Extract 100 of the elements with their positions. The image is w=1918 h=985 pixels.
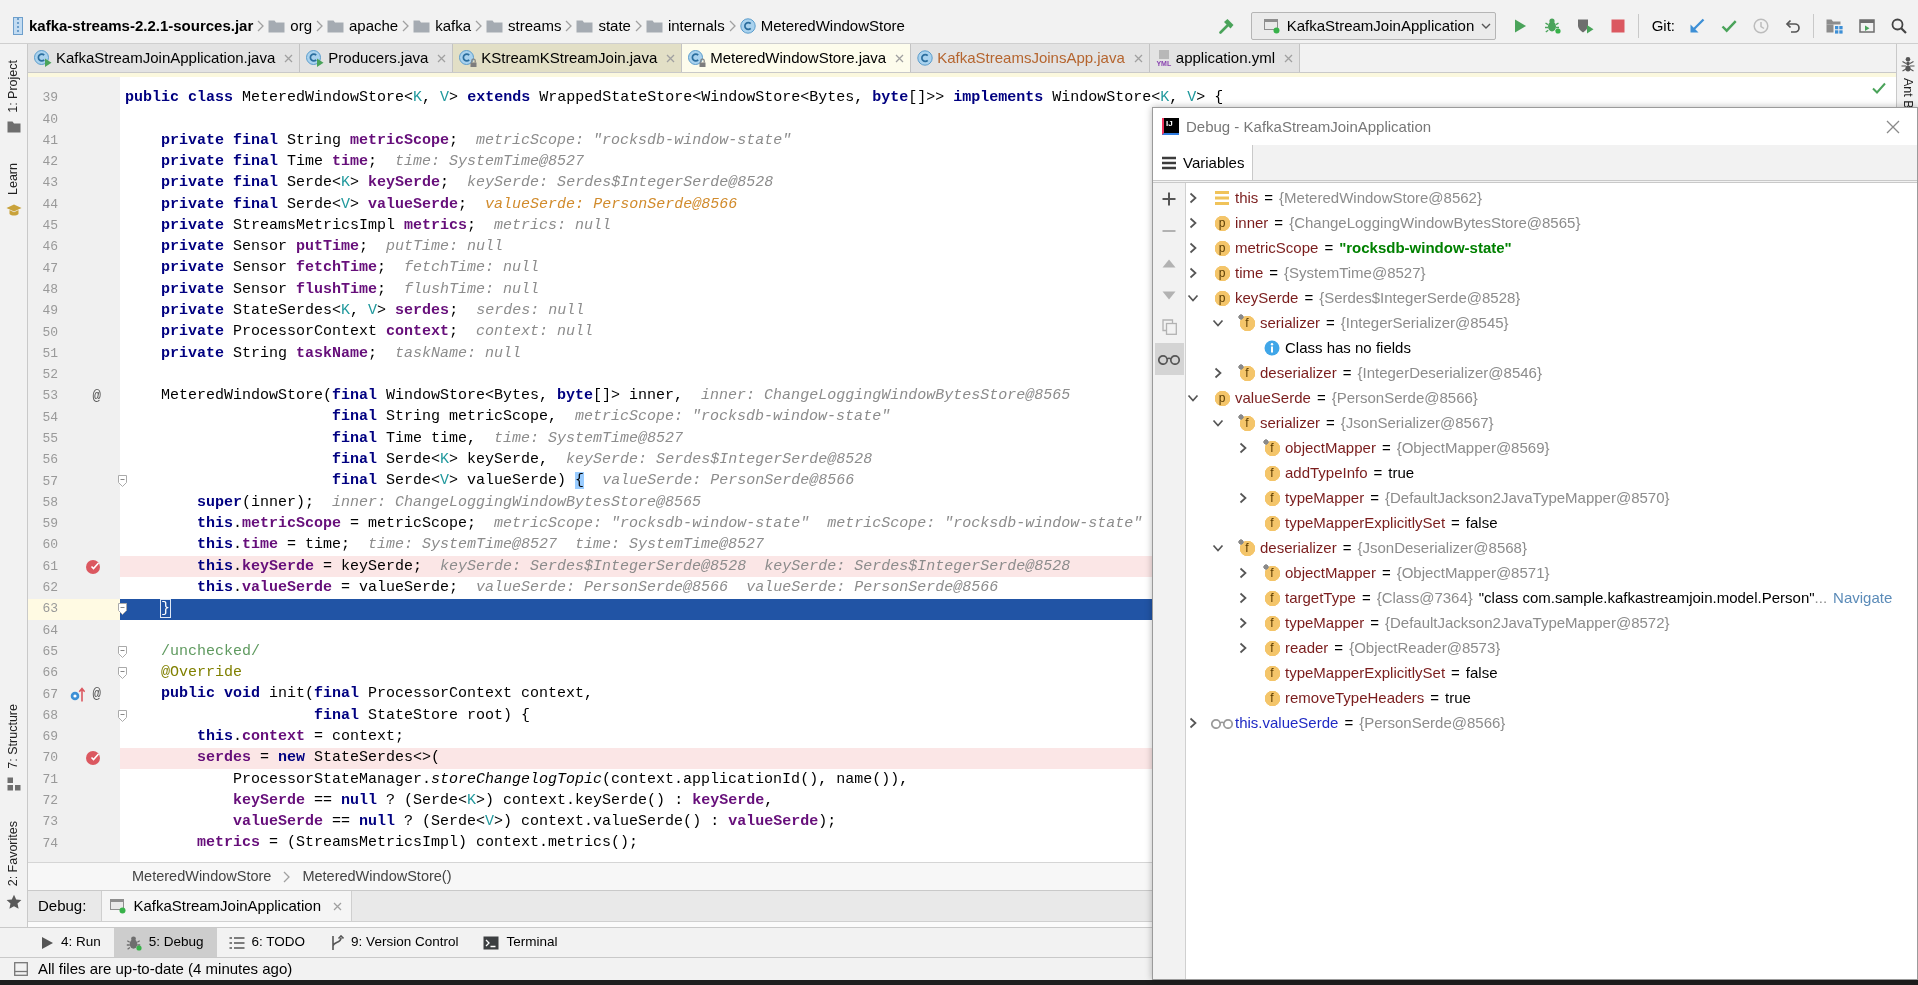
tool-window-label[interactable]: Learn: [6, 162, 21, 195]
editor-tab[interactable]: MeteredWindowStore.java: [682, 44, 912, 72]
variable-value: false: [1465, 664, 1498, 682]
close-icon[interactable]: [333, 901, 342, 911]
editor-tab[interactable]: Producers.java: [300, 44, 454, 72]
tool-window-button[interactable]: 4: Run: [28, 928, 114, 957]
chevron-right-icon[interactable]: [1189, 717, 1197, 729]
inline-debug-value: valueSerde: PersonSerde@8566: [746, 578, 999, 597]
undo-arrow-icon[interactable]: [1785, 17, 1801, 34]
folder-grid-icon[interactable]: [1826, 17, 1843, 34]
run-configuration-dropdown[interactable]: KafkaStreamJoinApplication: [1250, 11, 1496, 40]
inline-debug-value: metricScope: "rocksdb-window-state": [476, 131, 792, 150]
class-icon: [917, 50, 934, 66]
code-line: private final Serde<V> valueSerde;: [161, 195, 468, 214]
stop-icon[interactable]: [1609, 17, 1626, 34]
tool-window-button[interactable]: 5: Debug: [113, 928, 217, 957]
tool-window-button[interactable]: Terminal: [471, 928, 571, 957]
close-icon[interactable]: [284, 53, 294, 63]
gutter-symbol[interactable]: @: [92, 387, 101, 405]
copy-icon: [1161, 319, 1177, 335]
chevron-right-icon[interactable]: [1189, 242, 1197, 254]
ant-icon[interactable]: [1899, 56, 1916, 72]
chevron-right-icon[interactable]: [1189, 217, 1197, 229]
circle-up-arrow-icon[interactable]: [69, 686, 85, 703]
squares-icon[interactable]: [6, 776, 21, 791]
chevron-right-icon[interactable]: [1189, 267, 1197, 279]
breakpoint-icon[interactable]: [85, 750, 101, 767]
inline-debug-value: context: null: [476, 323, 594, 342]
breadcrumb-link[interactable]: MeteredWindowStore: [760, 16, 905, 35]
search-icon[interactable]: [1891, 17, 1907, 34]
equals-sign: =: [1342, 364, 1352, 382]
chevron-right-icon[interactable]: [1239, 642, 1247, 654]
chevron-down-icon[interactable]: [1212, 419, 1224, 427]
session-tab[interactable]: KafkaStreamJoinApplication: [101, 891, 352, 921]
fold-marker-icon[interactable]: [118, 603, 127, 616]
line-number: 60: [41, 537, 58, 554]
close-icon[interactable]: [437, 53, 447, 63]
shield-play-icon[interactable]: [1576, 17, 1594, 34]
fold-marker-icon[interactable]: [118, 709, 127, 722]
console-window-icon[interactable]: [1859, 17, 1875, 34]
equals-sign: =: [1334, 639, 1344, 657]
line-number: 68: [41, 707, 58, 724]
tool-window-label[interactable]: 7: Structure: [6, 704, 21, 769]
chevron-right-icon[interactable]: [1189, 192, 1197, 204]
equals-sign: =: [1381, 439, 1391, 457]
fold-marker-icon[interactable]: [118, 475, 127, 488]
arrow-down-left-icon[interactable]: [1689, 17, 1705, 34]
variable-value: {ObjectReader@8573}: [1349, 639, 1501, 657]
breadcrumb-link[interactable]: kafka-streams-2.2.1-sources.jar: [29, 16, 254, 35]
navigate-link[interactable]: Navigate: [1833, 589, 1893, 607]
variable-name: typeMapper: [1285, 489, 1365, 507]
equals-sign: =: [1430, 689, 1439, 707]
editor-tab[interactable]: KafkaStreamJoinApplication.java: [28, 44, 301, 72]
editor-tab[interactable]: KStreamKStreamJoin.java: [453, 44, 683, 72]
bug-icon[interactable]: [1543, 17, 1561, 34]
tool-window-label[interactable]: 2: Favorites: [6, 820, 21, 886]
breadcrumb-link[interactable]: kafka: [435, 16, 472, 35]
tool-window-label[interactable]: 1: Project: [6, 60, 21, 113]
class-play-icon: [34, 49, 52, 67]
breadcrumb-link[interactable]: apache: [349, 16, 399, 35]
chevron-right-icon[interactable]: [1214, 367, 1222, 379]
chevron-right-icon[interactable]: [1239, 442, 1247, 454]
breadcrumb-link[interactable]: MeteredWindowStore: [132, 867, 272, 886]
breadcrumb-link[interactable]: org: [290, 16, 312, 35]
close-icon[interactable]: [1886, 119, 1900, 134]
square-icon[interactable]: [14, 962, 28, 976]
line-number: 64: [41, 622, 58, 639]
code-line: super(inner);: [197, 493, 315, 512]
chevron-right-icon[interactable]: [1239, 492, 1247, 504]
variable-name: removeTypeHeaders: [1285, 689, 1425, 707]
chevron-down-icon[interactable]: [1187, 394, 1199, 402]
chevron-right-icon[interactable]: [1239, 592, 1247, 604]
chevron-right-icon[interactable]: [1239, 617, 1247, 629]
chevron-down-icon[interactable]: [1187, 294, 1199, 302]
line-number: 55: [41, 431, 58, 447]
equals-sign: =: [1451, 664, 1460, 682]
chevron-down-icon[interactable]: [1212, 544, 1224, 552]
tool-window-button[interactable]: 6: TODO: [216, 928, 319, 957]
chevron-down-icon[interactable]: [1212, 319, 1224, 327]
star-icon[interactable]: [5, 894, 22, 910]
close-icon[interactable]: [1284, 53, 1293, 63]
folder-icon[interactable]: [6, 120, 21, 133]
fold-marker-icon[interactable]: [118, 645, 127, 658]
breadcrumb-link[interactable]: internals: [667, 16, 725, 35]
chevron-right-icon: [475, 19, 483, 32]
panel-tab[interactable]: Variables: [1153, 145, 1254, 180]
gutter-symbol[interactable]: @: [92, 685, 101, 703]
toolbar-button[interactable]: [1154, 343, 1184, 375]
breadcrumb-link[interactable]: MeteredWindowStore(): [302, 867, 452, 886]
breakpoint-icon[interactable]: [85, 558, 101, 575]
breadcrumb-link[interactable]: streams: [508, 16, 562, 35]
breadcrumb-link[interactable]: state: [598, 16, 631, 35]
fold-marker-icon[interactable]: [118, 667, 127, 680]
close-icon[interactable]: [1133, 53, 1143, 63]
hammer-icon[interactable]: [1217, 17, 1234, 34]
close-icon[interactable]: [895, 53, 905, 63]
code-line: public class MeteredWindowStore<K, V> extends WrappedStateStore<WindowStore<Bytes, byte[]>> implements WindowStore<K, V> {: [125, 89, 1224, 108]
tool-window-button[interactable]: 9: Version Control: [318, 928, 472, 957]
chevron-right-icon[interactable]: [1239, 567, 1247, 579]
graduation-cap-icon[interactable]: [5, 202, 22, 217]
